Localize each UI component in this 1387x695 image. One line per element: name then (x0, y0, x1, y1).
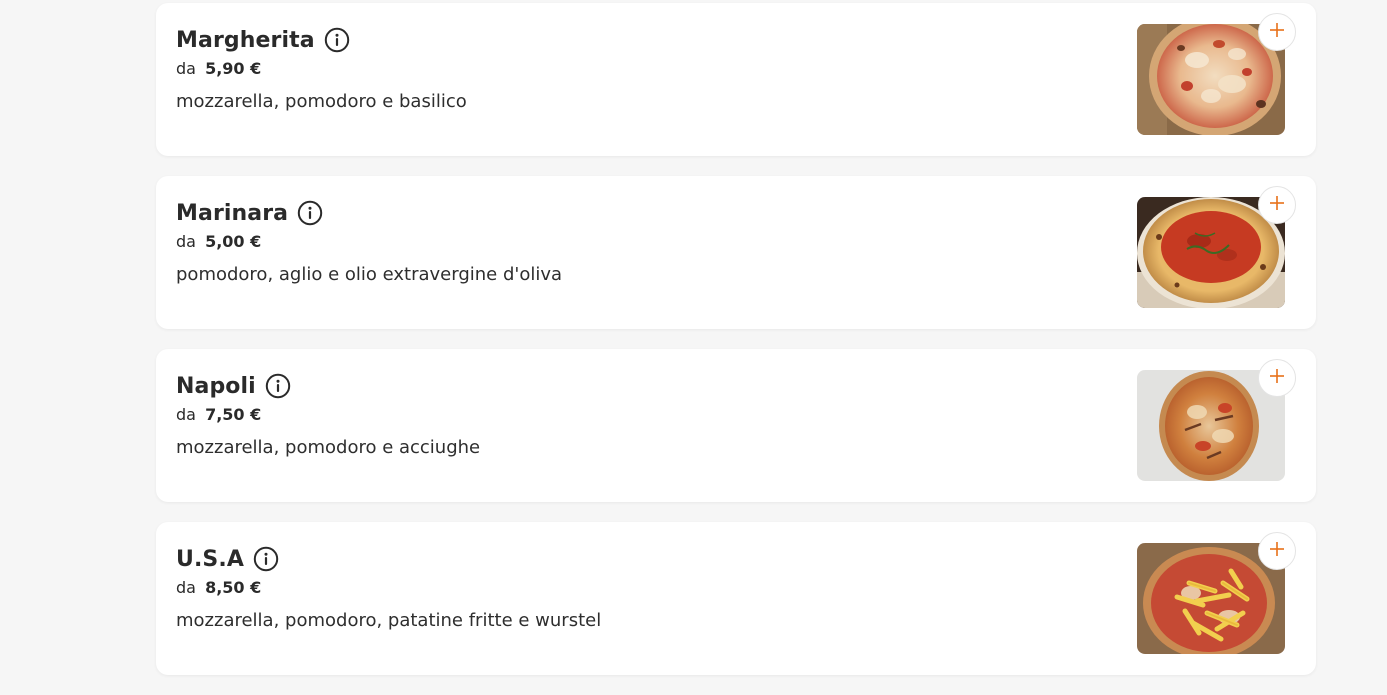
item-description: mozzarella, pomodoro e acciughe (176, 437, 481, 458)
item-price-row: da 5,00 € (176, 230, 1296, 254)
price-prefix: da (176, 578, 196, 597)
add-to-cart-button[interactable] (1258, 532, 1296, 570)
plus-icon (1269, 195, 1285, 215)
item-description: mozzarella, pomodoro, patatine fritte e … (176, 610, 602, 631)
item-name: Margherita (176, 27, 315, 53)
item-price-row: da 8,50 € (176, 576, 1296, 600)
price-prefix: da (176, 405, 196, 424)
item-title-row: Margherita (176, 25, 1296, 55)
item-price: 5,00 € (205, 232, 262, 251)
info-circle-icon[interactable] (253, 546, 279, 572)
info-circle-icon[interactable] (297, 200, 323, 226)
plus-icon (1269, 368, 1285, 388)
price-prefix: da (176, 59, 196, 78)
menu-item-card[interactable]: Margherita da 5,90 € mozzarella, pomodor… (156, 3, 1316, 156)
item-price: 8,50 € (205, 578, 262, 597)
item-price-row: da 7,50 € (176, 403, 1296, 427)
menu-item-card[interactable]: Marinara da 5,00 € pomodoro, aglio e oli… (156, 176, 1316, 329)
menu-item-card[interactable]: Napoli da 7,50 € mozzarella, pomodoro e … (156, 349, 1316, 502)
item-title-row: U.S.A (176, 544, 1296, 574)
info-circle-icon[interactable] (324, 27, 350, 53)
item-title-row: Napoli (176, 371, 1296, 401)
item-price: 7,50 € (205, 405, 262, 424)
item-price-row: da 5,90 € (176, 57, 1296, 81)
plus-icon (1269, 22, 1285, 42)
item-description: pomodoro, aglio e olio extravergine d'ol… (176, 264, 563, 285)
add-to-cart-button[interactable] (1258, 13, 1296, 51)
item-name: Napoli (176, 373, 256, 399)
menu-item-card[interactable]: U.S.A da 8,50 € mozzarella, pomodoro, pa… (156, 522, 1316, 675)
item-name: U.S.A (176, 546, 244, 572)
menu-item-list: Margherita da 5,90 € mozzarella, pomodor… (156, 3, 1316, 695)
add-to-cart-button[interactable] (1258, 186, 1296, 224)
info-circle-icon[interactable] (265, 373, 291, 399)
item-description: mozzarella, pomodoro e basilico (176, 91, 467, 112)
plus-icon (1269, 541, 1285, 561)
item-price: 5,90 € (205, 59, 262, 78)
item-name: Marinara (176, 200, 289, 226)
add-to-cart-button[interactable] (1258, 359, 1296, 397)
item-title-row: Marinara (176, 198, 1296, 228)
price-prefix: da (176, 232, 196, 251)
